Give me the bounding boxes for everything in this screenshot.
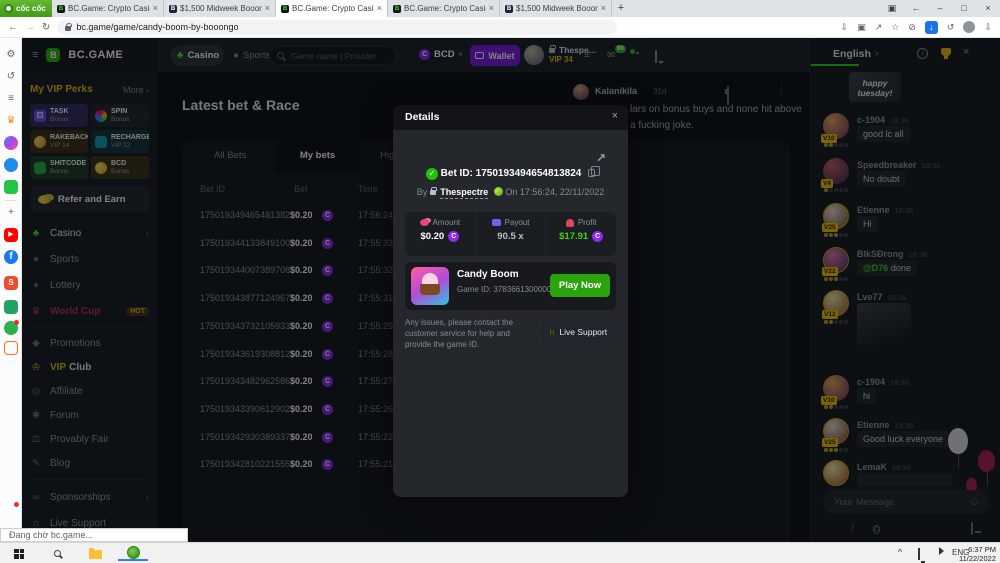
share-bet-icon[interactable] xyxy=(596,151,606,165)
facebook-icon[interactable] xyxy=(4,250,18,264)
browser-tab[interactable]: $1,500 Midweek Booongo M xyxy=(164,0,276,17)
bcgame-favicon-icon xyxy=(281,5,289,13)
coccoc-taskbar-icon[interactable] xyxy=(118,546,148,561)
screen: cốc cốc BC.Game: Crypto Casino Gan $1,50… xyxy=(0,0,1000,563)
tab-close-icon[interactable] xyxy=(153,4,158,13)
browser-tab[interactable]: $1,500 Midweek Booongo M xyxy=(500,0,612,17)
address-bar-actions xyxy=(841,21,992,34)
https-lock-icon[interactable] xyxy=(65,26,71,31)
bet-by-row: By Thespectre On 17:56:24, 22/11/2022 xyxy=(393,187,628,197)
share-icon[interactable] xyxy=(875,22,883,33)
browser-address-bar: bc.game/game/candy-boom-by-booongo xyxy=(0,17,1000,38)
game-name: Candy Boom xyxy=(457,269,519,280)
bet-id-row: ✓ Bet ID: 1750193494654813824 xyxy=(393,168,628,180)
browser-profile-avatar[interactable] xyxy=(963,21,975,33)
privacy-lock-icon xyxy=(430,190,436,195)
payout-icon xyxy=(492,219,501,226)
notification-bell-icon[interactable] xyxy=(4,503,18,517)
modal-header: Details xyxy=(393,105,628,130)
games-icon[interactable] xyxy=(4,180,18,194)
headset-icon xyxy=(549,327,556,337)
stat-amount: Amount $0.20 xyxy=(405,212,475,256)
stat-profit: Profit $17.91 xyxy=(545,212,616,256)
coccoc-logo-icon xyxy=(4,4,13,13)
start-button-icon[interactable] xyxy=(4,546,34,561)
win-check-icon: ✓ xyxy=(426,168,438,180)
reload-icon[interactable] xyxy=(42,17,50,38)
live-support-button[interactable]: Live Support xyxy=(541,321,615,343)
bet-datetime: 17:56:24, 22/11/2022 xyxy=(520,187,604,197)
session-restore-icon[interactable] xyxy=(904,0,928,17)
coccoc-menu-button[interactable]: cốc cốc xyxy=(0,0,52,17)
file-explorer-icon[interactable] xyxy=(80,546,110,561)
coccoc-brand: cốc cốc xyxy=(16,4,46,13)
sync-icon[interactable] xyxy=(947,22,955,33)
coin-icon xyxy=(448,231,459,242)
browser-tab[interactable]: BC.Game: Crypto Casino Gan xyxy=(52,0,164,17)
modal-close-icon[interactable] xyxy=(612,110,618,122)
browser-tab-strip: cốc cốc BC.Game: Crypto Casino Gan $1,50… xyxy=(0,0,1000,17)
close-button[interactable] xyxy=(976,0,1000,17)
tab-close-icon[interactable] xyxy=(377,4,382,13)
tab-close-icon[interactable] xyxy=(265,4,270,13)
taskbar-clock[interactable]: 6:37 PM 11/22/2022 xyxy=(959,545,996,563)
bcgame-favicon-icon xyxy=(393,5,401,13)
play-now-button[interactable]: Play Now xyxy=(550,274,610,297)
download-manager-icon[interactable] xyxy=(925,21,938,34)
url-text[interactable]: bc.game/game/candy-boom-by-booongo xyxy=(76,22,238,32)
translate-icon[interactable] xyxy=(857,22,866,33)
modal-title: Details xyxy=(405,111,439,123)
reading-mode-icon[interactable] xyxy=(880,0,904,17)
messenger-icon[interactable] xyxy=(4,136,18,150)
game-thumbnail[interactable] xyxy=(411,267,449,305)
game-card: Candy Boom Game ID: 37836613000001... Pl… xyxy=(405,262,616,310)
shopping-cart-icon[interactable] xyxy=(4,341,18,355)
bookmark-star-icon[interactable] xyxy=(891,22,899,33)
shopee-icon[interactable] xyxy=(4,276,18,290)
coccoc-sidebar-strip xyxy=(0,38,22,541)
forward-icon[interactable] xyxy=(25,17,35,38)
bet-details-modal: Details ✓ Bet ID: 1750193494654813824 By… xyxy=(393,105,628,497)
booongo-favicon-icon xyxy=(505,5,513,13)
coin-icon xyxy=(592,231,603,242)
tab-close-icon[interactable] xyxy=(601,4,606,13)
history-icon[interactable] xyxy=(4,70,18,84)
booongo-favicon-icon xyxy=(169,5,177,13)
windows-taskbar: ENG 6:37 PM 11/22/2022 xyxy=(0,542,1000,563)
minimize-button[interactable] xyxy=(928,0,952,17)
back-icon[interactable] xyxy=(8,17,18,38)
url-bar[interactable]: bc.game/game/candy-boom-by-booongo xyxy=(57,20,617,35)
new-tab-button[interactable] xyxy=(612,0,630,17)
sports-site-icon[interactable] xyxy=(4,321,18,335)
bcgame-favicon-icon xyxy=(57,5,65,13)
support-text: Any issues, please contact the customer … xyxy=(405,317,535,351)
amount-icon xyxy=(420,219,429,226)
copy-icon[interactable] xyxy=(588,169,595,177)
tray-expand-icon[interactable] xyxy=(898,547,902,557)
taskbar-search-icon[interactable] xyxy=(42,546,72,561)
stat-payout: Payout 90.5 x xyxy=(475,212,546,256)
adblock-shield-icon[interactable] xyxy=(908,22,916,33)
zalo-icon[interactable] xyxy=(4,158,18,172)
newsfeed-icon[interactable] xyxy=(4,92,18,106)
add-shortcut-icon[interactable] xyxy=(4,206,18,220)
profit-icon xyxy=(566,219,574,227)
downloads-tray-icon[interactable] xyxy=(984,22,992,33)
tab-close-icon[interactable] xyxy=(489,4,494,13)
maximize-button[interactable] xyxy=(952,0,976,17)
user-medal-icon xyxy=(494,187,503,196)
sheets-icon[interactable] xyxy=(4,300,18,314)
browser-status-bar: Đang chờ bc.game... xyxy=(0,528,188,542)
network-icon[interactable] xyxy=(918,549,920,559)
bet-stats: Amount $0.20 Payout 90.5 x Profit $17.91 xyxy=(405,212,616,256)
bet-username[interactable]: Thespectre xyxy=(440,187,488,199)
divider xyxy=(5,200,17,201)
browser-tab-active[interactable]: BC.Game: Crypto Casino Gan xyxy=(276,0,388,17)
youtube-icon[interactable] xyxy=(4,228,18,242)
browser-tab[interactable]: BC.Game: Crypto Casino Gan xyxy=(388,0,500,17)
save-page-icon[interactable] xyxy=(841,22,849,33)
window-controls xyxy=(880,0,1000,17)
settings-icon[interactable] xyxy=(4,48,18,62)
hot-news-crown-icon[interactable] xyxy=(4,114,18,128)
